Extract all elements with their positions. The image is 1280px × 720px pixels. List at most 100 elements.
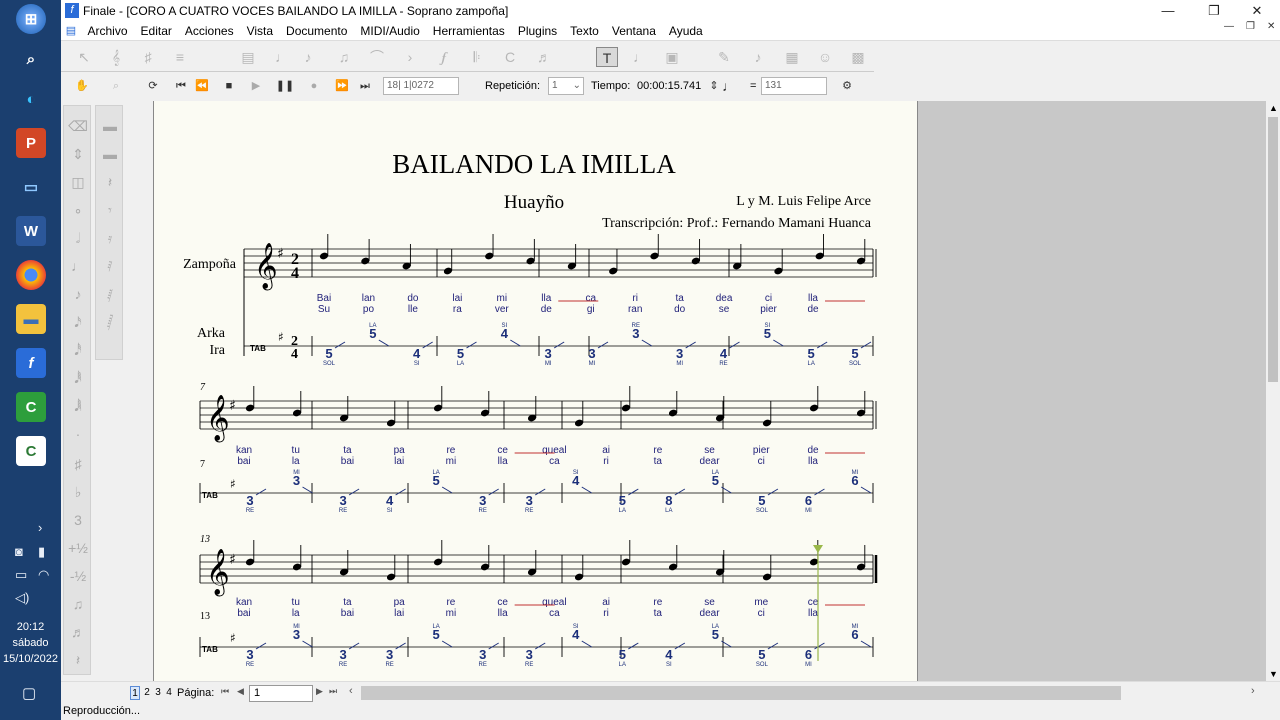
thirtysecond-note-icon[interactable]: 𝅘𝅥𝅰	[64, 338, 92, 362]
record-icon[interactable]: ●	[303, 77, 325, 95]
tie-icon[interactable]: ∘	[64, 198, 92, 222]
taskbar-clock[interactable]: 20:12 sábado 15/10/2022	[0, 619, 61, 667]
whole-rest-icon[interactable]: ▬	[96, 114, 124, 138]
staff-tool-icon[interactable]: 𝄞	[105, 47, 127, 67]
page-tab-3[interactable]: 3	[153, 686, 163, 700]
rewind-icon[interactable]: ⏪	[191, 77, 213, 95]
split-icon[interactable]: ◫	[64, 170, 92, 194]
chevron-right-icon[interactable]: ›	[38, 520, 42, 535]
half-step-up-icon[interactable]: +½	[64, 536, 92, 560]
prev-page-icon[interactable]: ◀	[237, 686, 244, 697]
camtasia-icon[interactable]: C	[16, 392, 46, 422]
scroll-thumb[interactable]	[1268, 117, 1278, 382]
rest-icon[interactable]: 𝄽	[64, 648, 92, 672]
file-explorer-icon[interactable]: ▬	[16, 304, 46, 334]
half-rest-icon[interactable]: ▬	[96, 142, 124, 166]
edge-icon[interactable]: ◐	[16, 84, 46, 114]
scroll-up-icon[interactable]: ▲	[1269, 103, 1278, 113]
measure-counter-field[interactable]: 18| 1|0272	[383, 77, 459, 95]
128th-rest-icon[interactable]: 𝅂	[96, 310, 124, 334]
finale-icon[interactable]: f	[16, 348, 46, 378]
utilities-icon[interactable]: ✎	[713, 47, 735, 67]
sixteenth-note-icon[interactable]: 𝅘𝅥𝅯	[64, 310, 92, 334]
doc-restore-icon[interactable]: ❐	[1246, 21, 1255, 32]
forward-to-end-icon[interactable]: ⏭	[354, 77, 376, 95]
voice-icon[interactable]: ♫	[64, 592, 92, 616]
horizontal-scroll-thumb[interactable]	[361, 686, 1121, 700]
doc-minimize-icon[interactable]: —	[1224, 21, 1234, 32]
battery-icon[interactable]: ▭	[15, 567, 27, 583]
scroll-left-icon[interactable]: ‹	[349, 685, 353, 697]
scroll-right-icon[interactable]: ›	[1251, 685, 1255, 697]
mirror-tool-icon[interactable]: ♪	[747, 47, 769, 67]
64th-note-icon[interactable]: 𝅘𝅥𝅱	[64, 366, 92, 390]
first-page-icon[interactable]: ⏮	[221, 686, 229, 697]
half-note-icon[interactable]: 𝅗𝅥	[64, 226, 92, 250]
page-layout-tool-icon[interactable]: ▣	[661, 47, 683, 67]
flat-icon[interactable]: ♭	[64, 480, 92, 504]
special-tools-icon[interactable]: ▦	[781, 47, 803, 67]
key-signature-tool-icon[interactable]: ♯	[137, 47, 159, 67]
score-view[interactable]: BAILANDO LA IMILLA Huayño L y M. Luis Fe…	[153, 101, 1266, 681]
measure-tool-icon[interactable]: ▤	[237, 47, 259, 67]
wifi-icon[interactable]: ◠	[38, 567, 49, 583]
close-button[interactable]: ✕	[1234, 0, 1280, 21]
page-tab-4[interactable]: 4	[164, 686, 174, 700]
document-icon[interactable]: ▤	[61, 24, 81, 37]
computer-icon[interactable]: ▭	[16, 172, 46, 202]
smart-shape-tool-icon[interactable]: ⌒	[366, 47, 388, 67]
64th-rest-icon[interactable]: 𝅁	[96, 282, 124, 306]
quarter-note-icon[interactable]: ♩	[64, 254, 92, 278]
loop-icon[interactable]: ⟳	[142, 77, 164, 95]
128th-note-icon[interactable]: 𝅘𝅥𝅲	[64, 394, 92, 418]
graphics-tool-icon[interactable]: ♩	[629, 47, 651, 67]
tuplet-icon[interactable]: 3	[64, 508, 92, 532]
text-tool-icon[interactable]: T	[596, 47, 618, 67]
stop-icon[interactable]: ■	[218, 77, 240, 95]
menu-ayuda[interactable]: Ayuda	[662, 24, 709, 38]
doc-close-icon[interactable]: ✕	[1267, 21, 1275, 32]
eraser-icon[interactable]: ⌫	[64, 114, 92, 138]
camera-icon[interactable]: ◙	[15, 544, 23, 559]
rewind-to-start-icon[interactable]: ⏮	[170, 77, 192, 95]
eighth-note-icon[interactable]: ♪	[64, 282, 92, 306]
menu-editar[interactable]: Editar	[134, 24, 178, 38]
time-signature-tool-icon[interactable]: ≡	[169, 47, 191, 67]
menu-acciones[interactable]: Acciones	[178, 24, 240, 38]
page-number-field[interactable]: 1	[249, 685, 313, 702]
repeat-select[interactable]: 1 ⌄	[548, 77, 584, 95]
maximize-button[interactable]: ❐	[1191, 0, 1237, 21]
notification-icon[interactable]: ▢	[22, 684, 36, 702]
play-icon[interactable]: ▶	[245, 77, 267, 95]
fast-forward-icon[interactable]: ⏩	[331, 77, 353, 95]
last-page-icon[interactable]: ⏭	[329, 686, 337, 697]
pause-icon[interactable]: ❚❚	[274, 77, 296, 95]
midi-tool-icon[interactable]: ☺	[814, 47, 836, 67]
selection-tool-icon[interactable]: ↖	[73, 47, 95, 67]
minimize-button[interactable]: —	[1145, 0, 1191, 21]
eighth-rest-icon[interactable]: 𝄾	[96, 198, 124, 222]
chrome-icon[interactable]	[16, 260, 46, 290]
next-page-icon[interactable]: ▶	[316, 686, 323, 697]
zoom-icon[interactable]: ⌕	[105, 77, 127, 95]
arrow-up-down-icon[interactable]: ⇕	[64, 142, 92, 166]
simple-entry-tool-icon[interactable]: ♩	[271, 47, 293, 67]
start-icon[interactable]: ⊞	[16, 4, 46, 34]
grace-note-icon[interactable]: ♬	[64, 620, 92, 644]
page-tab-2[interactable]: 2	[142, 686, 152, 700]
search-icon[interactable]: ⌕	[16, 44, 46, 74]
volume-icon[interactable]: ◁)	[15, 590, 29, 606]
lyrics-tool-icon[interactable]: ♬	[533, 47, 555, 67]
repeat-tool-icon[interactable]: 𝄆	[466, 47, 488, 67]
speedy-entry-tool-icon[interactable]: ♪	[297, 47, 319, 67]
sixteenth-rest-icon[interactable]: 𝄿	[96, 226, 124, 250]
half-step-down-icon[interactable]: -½	[64, 564, 92, 588]
playback-settings-icon[interactable]: ⚙	[836, 77, 858, 95]
vertical-scrollbar[interactable]: ▲ ▼	[1266, 101, 1280, 681]
microphone-icon[interactable]: ▮	[38, 544, 45, 560]
quarter-rest-icon[interactable]: 𝄽	[96, 170, 124, 194]
camtasia-recorder-icon[interactable]: C	[16, 436, 46, 466]
expression-tool-icon[interactable]: 𝆑	[433, 47, 455, 67]
page-tab-1[interactable]: 1	[130, 686, 140, 700]
tempo-field[interactable]: 131	[761, 77, 827, 95]
